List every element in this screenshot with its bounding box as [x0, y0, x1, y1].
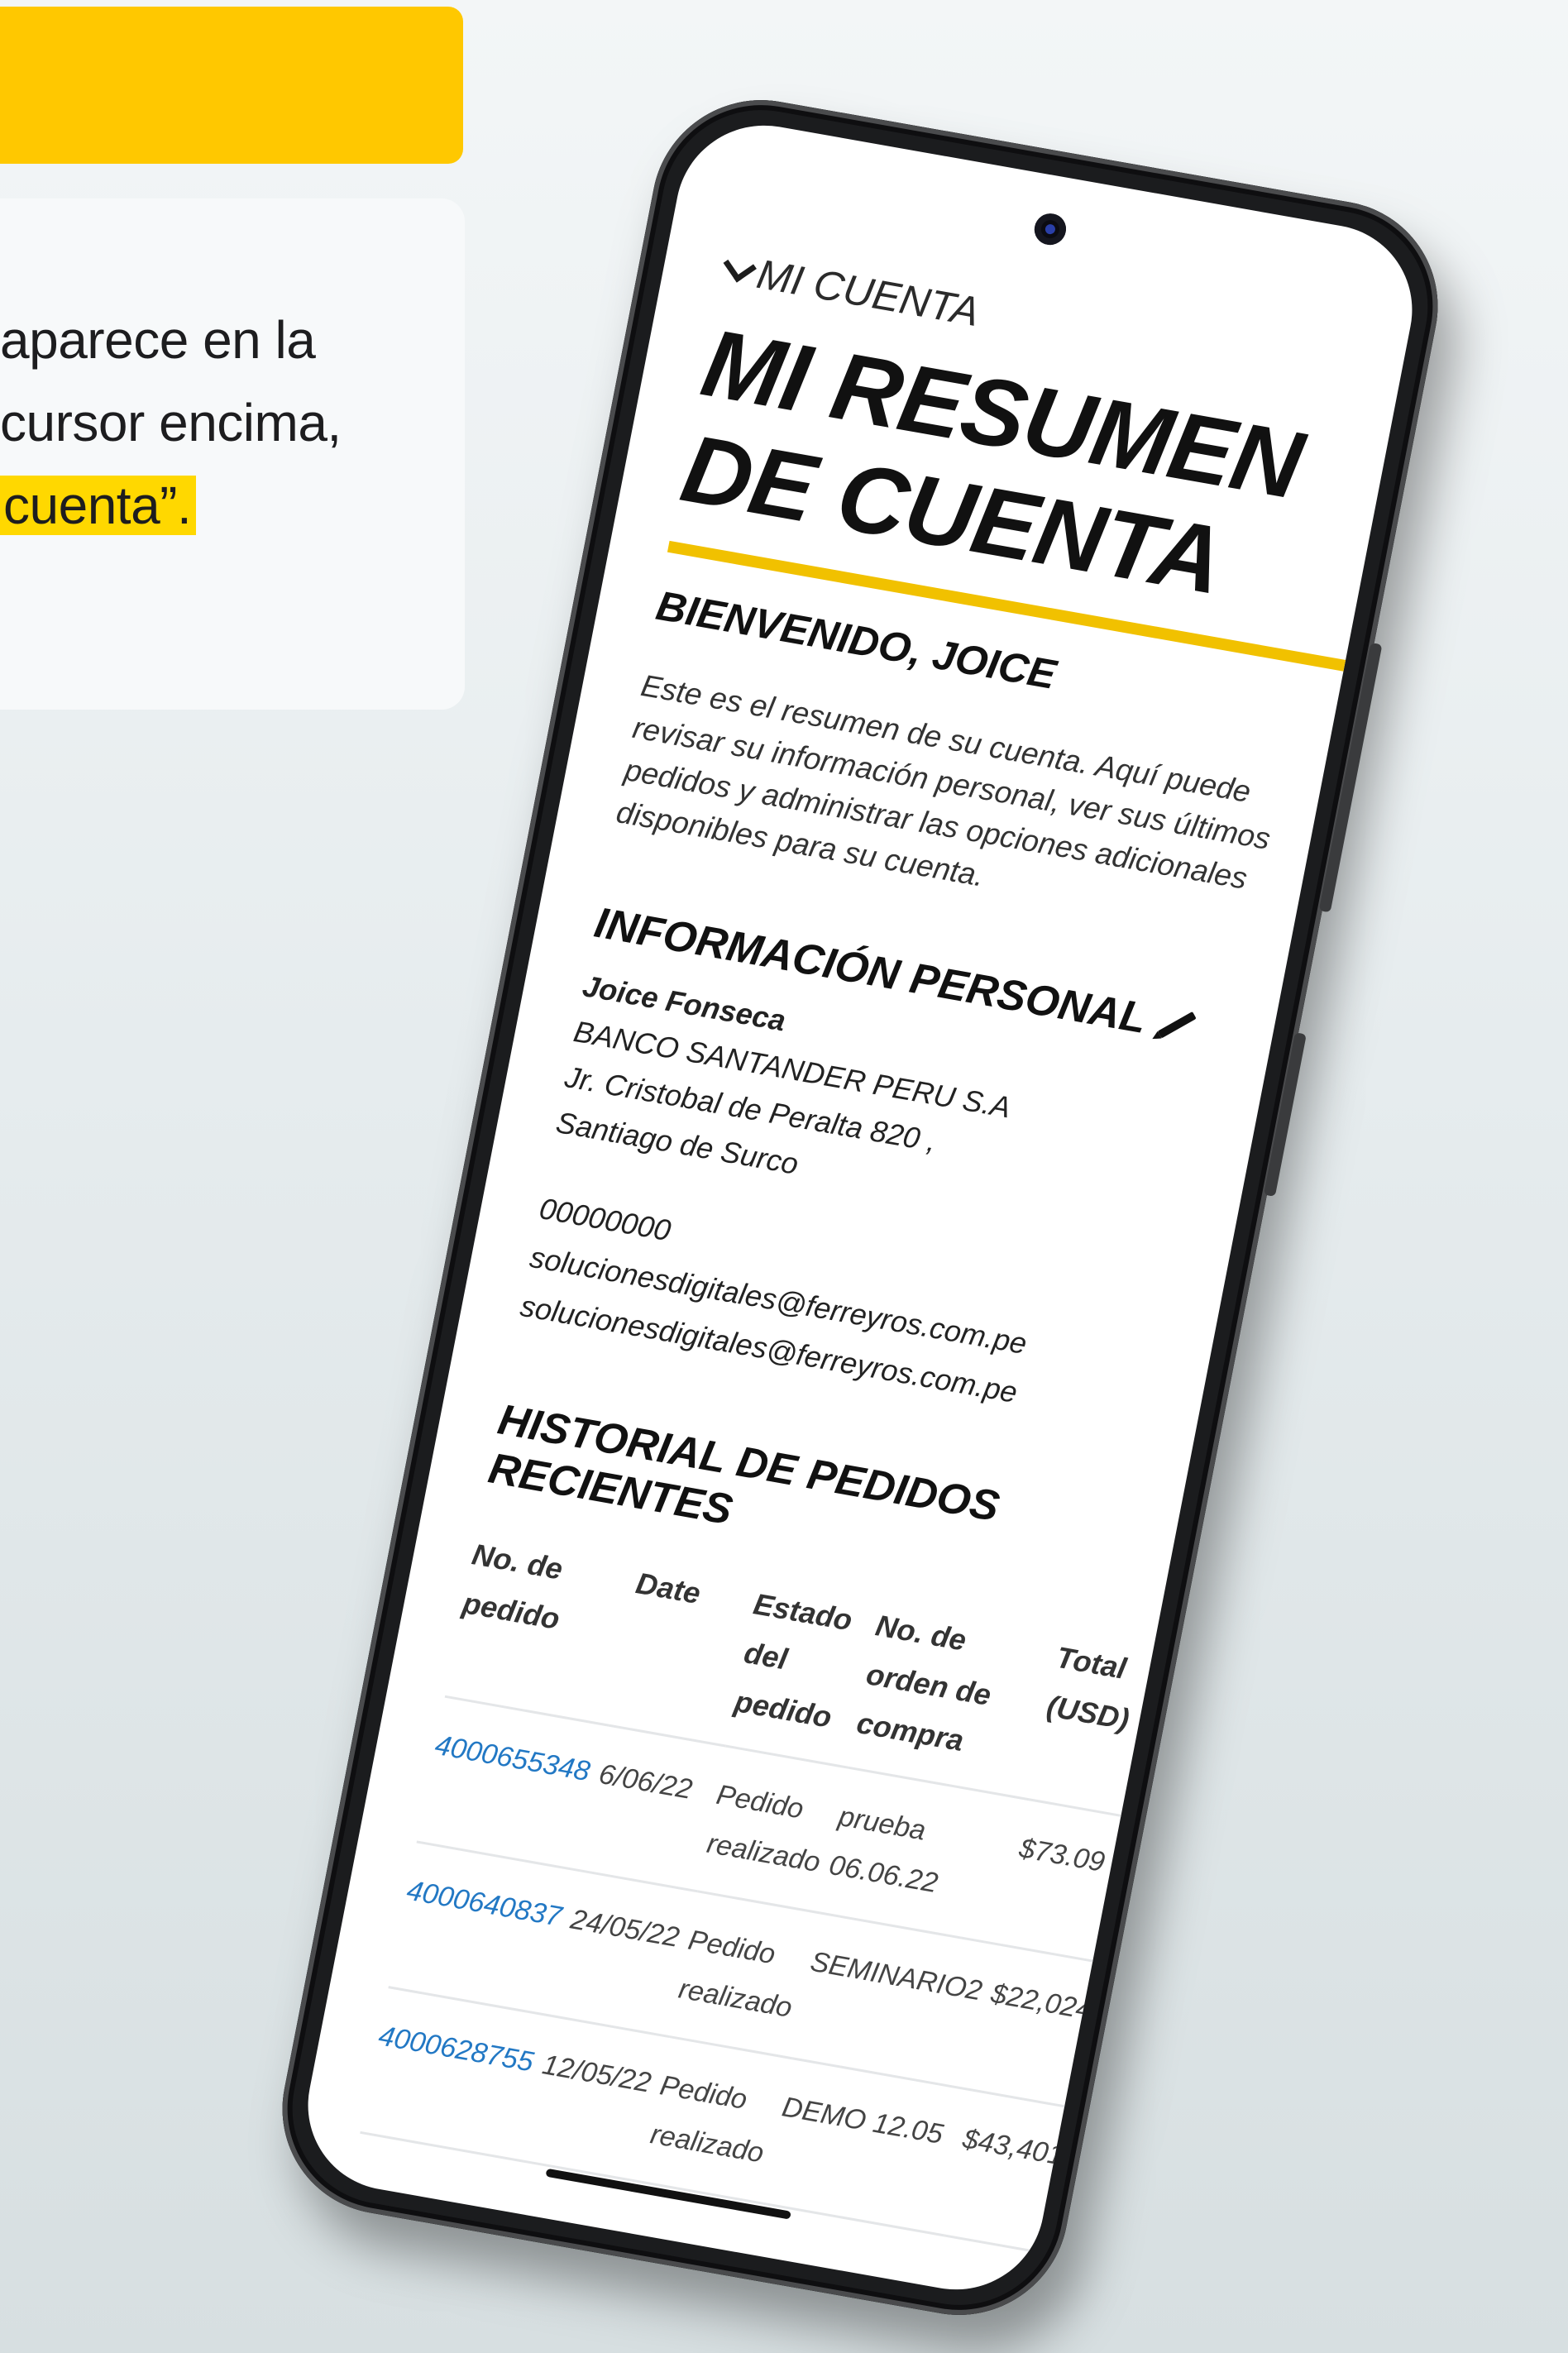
order-total: $43,401.70	[944, 2090, 1121, 2262]
chevron-down-icon	[723, 248, 758, 283]
info-line-3: cuenta”.	[0, 475, 197, 536]
column-header: No. de orden de compra	[848, 1600, 1062, 1800]
order-number-link[interactable]: 4000640837	[388, 1841, 581, 2016]
column-header: Total (USD)	[1029, 1633, 1210, 1826]
info-line-1: aparece en la	[0, 310, 316, 370]
phone-side-button	[1263, 1032, 1307, 1197]
view-all-button[interactable]: VER TODO	[791, 2264, 1019, 2303]
camera-icon	[1031, 211, 1069, 248]
account-summary-page: MI CUENTA MI RESUMEN DE CUENTA BIENVENID…	[336, 244, 1427, 2303]
order-total: $73.09	[1001, 1799, 1178, 1972]
order-total: $22,024.62	[973, 1944, 1150, 2116]
info-card	[0, 198, 465, 710]
orders-table: No. de pedido Date Estado del pedido No.…	[360, 1529, 1210, 2263]
info-line-2: cursor encima,	[0, 393, 342, 452]
pencil-icon[interactable]	[1157, 1011, 1197, 1039]
purchase-order: DEMO 12.05	[763, 2058, 973, 2236]
highlight-text: cuenta”.	[0, 476, 197, 535]
order-number-link[interactable]: 4000628755	[360, 1987, 552, 2162]
column-header: No. de pedido	[444, 1529, 642, 1726]
yellow-banner	[0, 7, 463, 164]
order-number-link[interactable]: 4000655348	[416, 1696, 610, 1871]
